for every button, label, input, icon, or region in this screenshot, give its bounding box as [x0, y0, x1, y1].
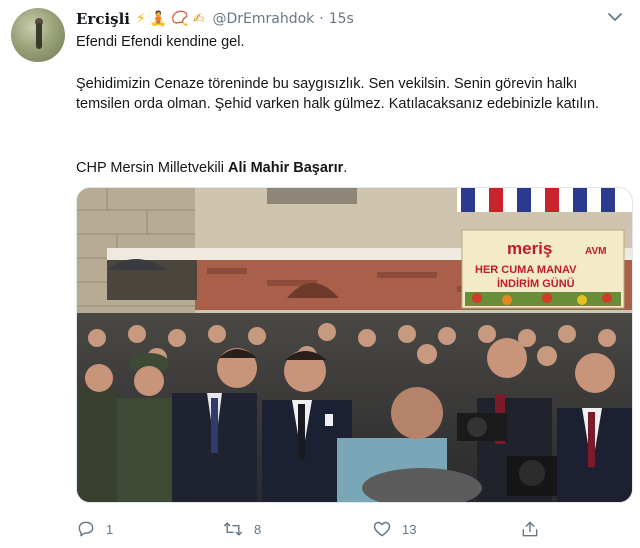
store-banner: meriş AVM HER CUMA MANAV İNDİRİM GÜNÜ — [461, 229, 625, 309]
heart-icon — [373, 521, 391, 537]
meditation-emoji: 🧘 — [149, 11, 168, 27]
reply-count: 1 — [106, 521, 114, 537]
retweet-icon — [223, 522, 243, 536]
tweet-text-line-1: Efendi Efendi kendine gel. — [76, 34, 245, 50]
prayer-beads-emoji: 📿 — [171, 11, 189, 27]
timestamp[interactable]: 15s — [329, 11, 354, 27]
tweet-text-bold-name: Ali Mahir Başarır — [228, 160, 344, 176]
tweet-photo[interactable]: meriş AVM HER CUMA MANAV İNDİRİM GÜNÜ — [76, 187, 633, 503]
lightning-emoji: ⚡ — [136, 11, 146, 27]
writing-hand-emoji: ✍ — [192, 11, 205, 27]
retweet-count: 8 — [254, 521, 262, 537]
separator-dot: · — [319, 11, 324, 27]
like-count: 13 — [402, 521, 417, 537]
retweet-button[interactable]: 8 — [222, 514, 261, 544]
like-button[interactable]: 13 — [372, 514, 416, 544]
avatar[interactable] — [11, 8, 65, 62]
display-name[interactable]: Ercişli — [76, 10, 130, 28]
tweet-text-line-2: Şehidimizin Cenaze töreninde bu saygısız… — [76, 76, 600, 112]
tweet-text-line-3: CHP Mersin Milletvekili Ali Mahir Başarı… — [76, 158, 626, 178]
reply-icon — [78, 521, 94, 537]
tweet-actions: 1 8 13 — [76, 514, 556, 544]
reply-button[interactable]: 1 — [76, 514, 113, 544]
banner-brand: meriş — [507, 239, 552, 258]
share-icon — [522, 521, 538, 537]
tweet-text-suffix: . — [343, 160, 348, 176]
tweet-header: Ercişli ⚡ 🧘 📿 ✍ @DrEmrahdok · 15s — [76, 8, 354, 30]
chevron-down-icon[interactable] — [606, 10, 624, 24]
user-handle[interactable]: @DrEmrahdok — [212, 11, 314, 27]
banner-line-2: İNDİRİM GÜNÜ — [497, 277, 575, 290]
banner-brand-suffix: AVM — [585, 246, 606, 257]
banner-line-1: HER CUMA MANAV — [475, 264, 577, 276]
share-button[interactable] — [520, 514, 550, 544]
tweet-text-prefix: CHP Mersin Milletvekili — [76, 160, 229, 176]
